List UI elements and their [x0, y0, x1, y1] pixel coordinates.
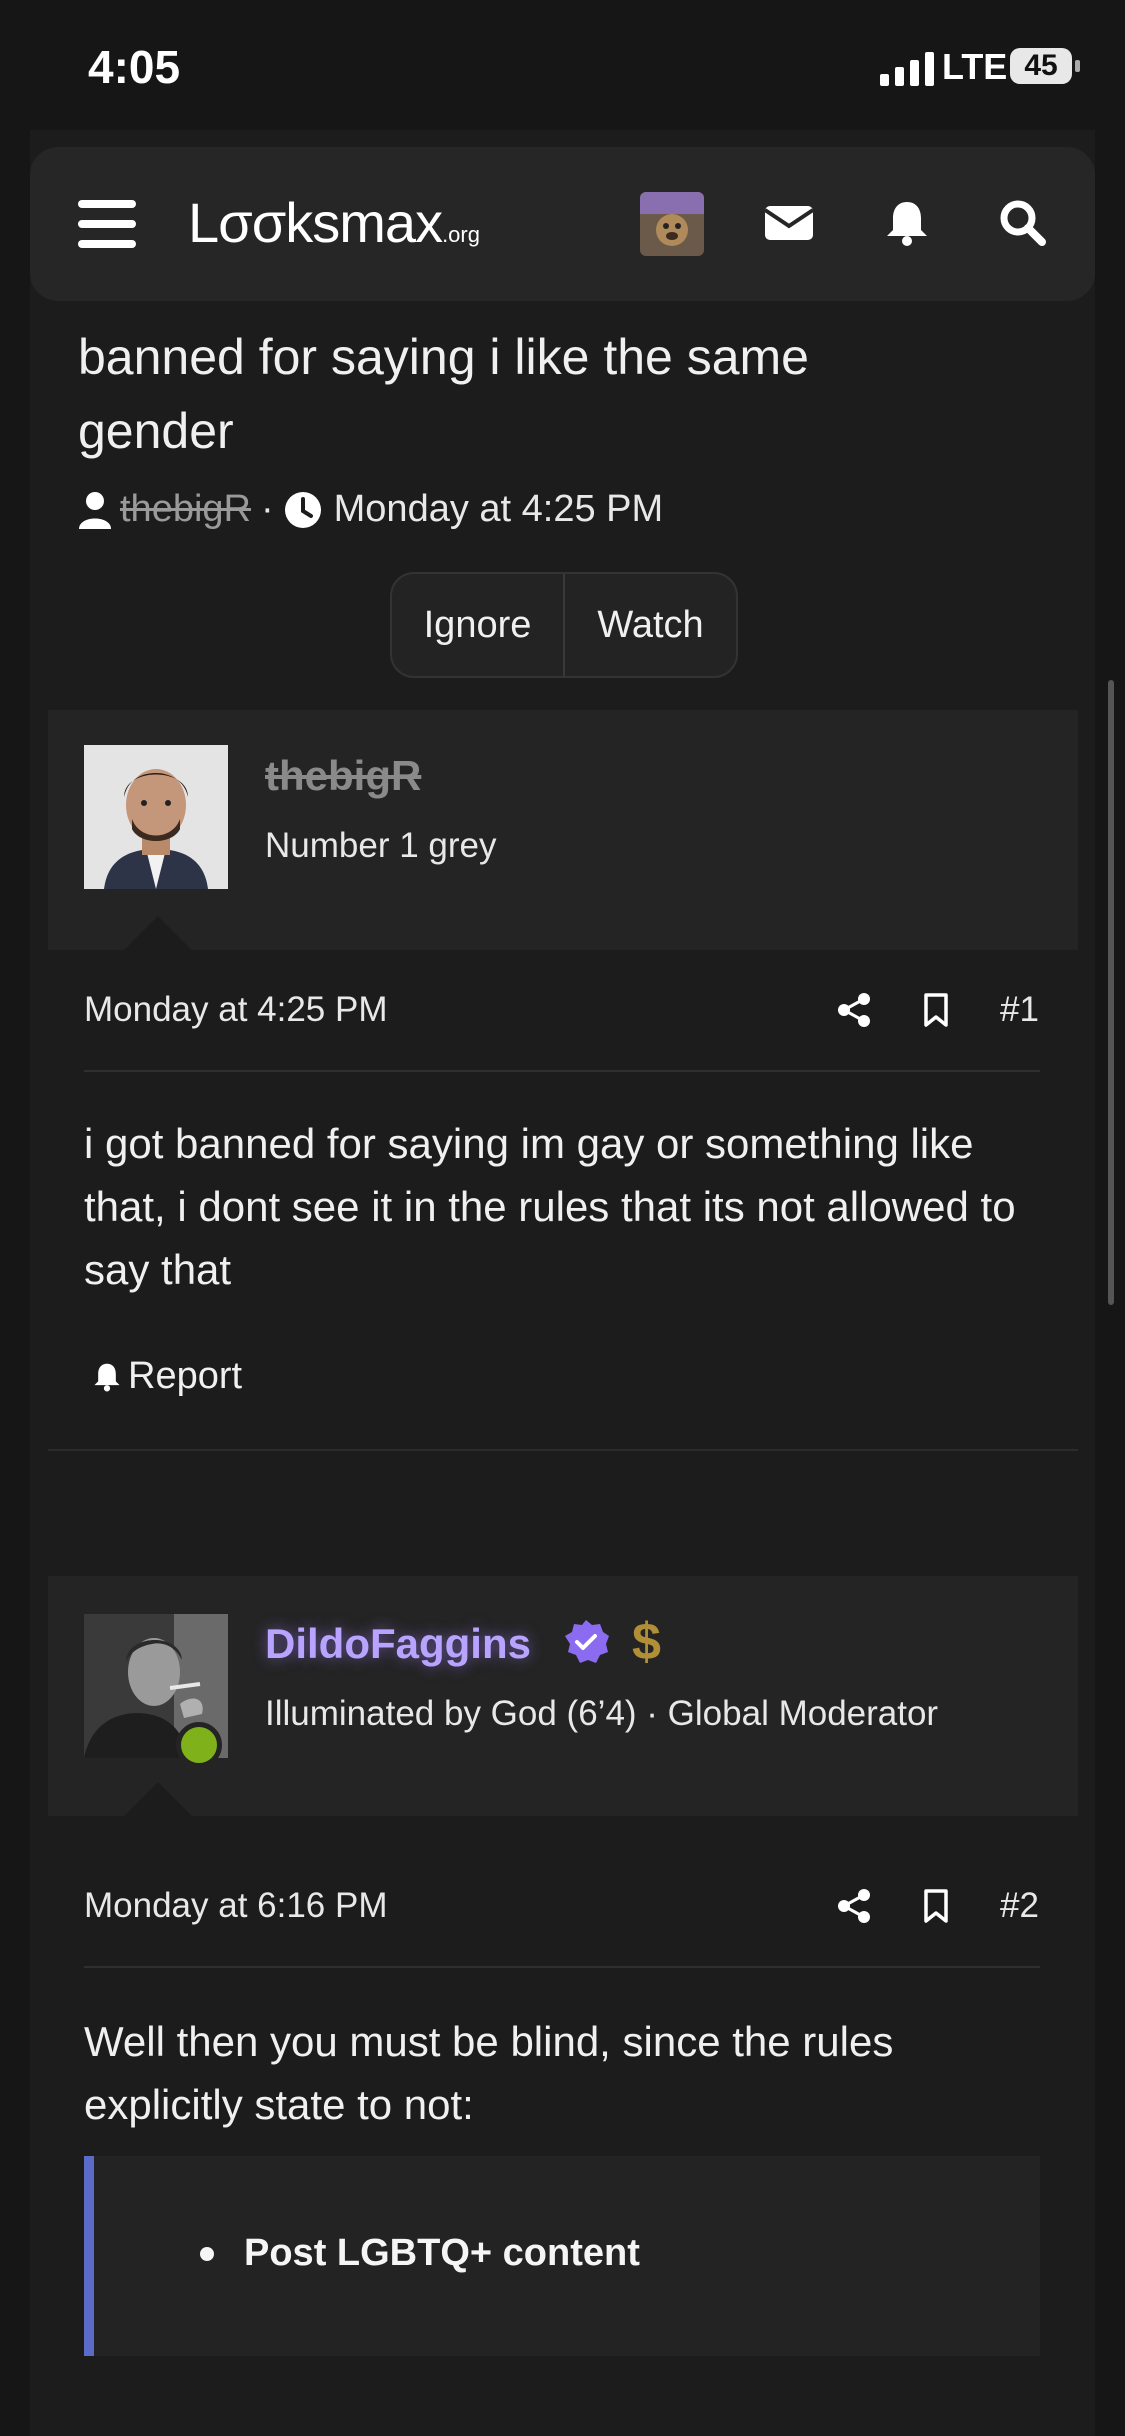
post-1-username[interactable]: thebigR	[265, 752, 421, 800]
user-icon	[79, 491, 111, 529]
bell-icon[interactable]	[880, 196, 934, 250]
verified-badge-icon	[565, 1620, 609, 1663]
meta-separator: ·	[260, 488, 274, 530]
menu-icon[interactable]	[78, 200, 136, 248]
status-time: 4:05	[88, 41, 181, 93]
clock-icon	[284, 491, 321, 528]
report-label: Report	[128, 1355, 243, 1397]
bookmark-icon[interactable]	[918, 1888, 954, 1924]
battery-tip	[1075, 60, 1080, 72]
ignore-button[interactable]: Ignore	[392, 574, 563, 676]
post-2-number[interactable]: #2	[1000, 1886, 1039, 1926]
post-1-caret	[124, 916, 192, 950]
bell-icon	[94, 1363, 120, 1391]
mail-icon[interactable]	[762, 196, 816, 250]
dollar-icon: $	[632, 1613, 661, 1671]
post-1-number[interactable]: #1	[1000, 990, 1039, 1030]
post-1-date[interactable]: Monday at 4:25 PM	[84, 990, 388, 1030]
post-2-caret	[124, 1782, 192, 1816]
logo-text: Lσσksmax	[188, 191, 443, 254]
thread-meta: thebigR · Monday at 4:25 PM	[78, 488, 663, 531]
quote-item-text: Post LGBTQ+ content	[244, 2232, 640, 2274]
share-icon[interactable]	[836, 1888, 872, 1924]
battery-icon: 45	[1010, 48, 1072, 84]
post-1-divider	[84, 1070, 1040, 1072]
signal-icon	[880, 52, 934, 86]
watch-button[interactable]: Watch	[563, 574, 736, 676]
network-label: LTE	[942, 46, 1008, 87]
post-2-role: Illuminated by God (6’4) · Global Modera…	[265, 1694, 939, 1733]
report-button[interactable]: Report	[90, 1355, 242, 1398]
post-2-divider	[84, 1966, 1040, 1968]
thread-author[interactable]: thebigR	[120, 488, 251, 531]
post-2-username[interactable]: DildoFaggins	[265, 1620, 531, 1668]
search-icon[interactable]	[996, 196, 1050, 250]
bookmark-icon[interactable]	[918, 992, 954, 1028]
logo-suffix: .org	[442, 222, 480, 247]
share-icon[interactable]	[836, 992, 872, 1028]
site-logo[interactable]: Lσσksmax.org	[188, 190, 480, 255]
quote-list-item: Post LGBTQ+ content	[200, 2232, 640, 2275]
bullet	[200, 2246, 214, 2261]
online-status-dot	[176, 1722, 222, 1768]
thread-actions: Ignore Watch	[390, 572, 738, 678]
post-2-date[interactable]: Monday at 6:16 PM	[84, 1886, 388, 1926]
scrollbar[interactable]	[1108, 680, 1114, 1305]
post-1-end-divider	[48, 1449, 1078, 1451]
post-1-body: i got banned for saying im gay or someth…	[84, 1120, 1016, 1293]
user-avatar[interactable]	[640, 192, 704, 256]
post-1-avatar[interactable]	[84, 745, 228, 889]
thread-title: banned for saying i like the same gender	[78, 329, 809, 459]
post-2-body: Well then you must be blind, since the r…	[84, 2018, 894, 2128]
post-1-role: Number 1 grey	[265, 826, 497, 865]
thread-date[interactable]: Monday at 4:25 PM	[334, 488, 664, 531]
